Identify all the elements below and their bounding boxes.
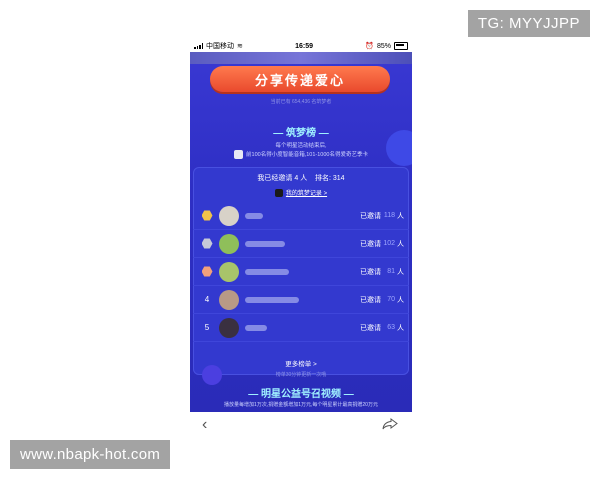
decorative-orb bbox=[386, 130, 412, 166]
status-time: 16:59 bbox=[295, 42, 314, 50]
invited-count: 102 bbox=[383, 240, 395, 247]
my-record-label: 我的筑梦记录 > bbox=[285, 191, 328, 197]
my-record-link[interactable]: 我的筑梦记录 > bbox=[193, 188, 409, 197]
carrier-label: 中国移动 bbox=[206, 43, 234, 50]
medal-icon bbox=[201, 238, 213, 249]
update-note: 榜单30分钟更新一次哦 bbox=[275, 372, 327, 378]
wifi-icon: ≋ bbox=[237, 43, 243, 50]
record-icon bbox=[274, 188, 283, 197]
watermark-bottom-left: www.nbapk-hot.com bbox=[10, 440, 171, 469]
alarm-icon: ⏰ bbox=[365, 43, 374, 50]
decorative-orb-small bbox=[202, 365, 222, 385]
invited-count: 63 bbox=[387, 324, 395, 331]
status-bar: 中国移动 ≋ 16:59 ⏰ 85% bbox=[190, 40, 412, 52]
avatar bbox=[219, 205, 239, 226]
invited-label: 已邀请 bbox=[360, 268, 381, 276]
rank-number: 5 bbox=[204, 323, 210, 332]
more-rankings-link[interactable]: 更多榜单 > bbox=[193, 358, 409, 368]
rank-badge: 4 bbox=[199, 295, 215, 304]
invited-total-text: 当前已有 654,436 名筑梦者 bbox=[270, 99, 332, 105]
rules-line-1: 每个明星活动结束后, bbox=[275, 143, 327, 149]
unit-label: 人 bbox=[397, 324, 404, 332]
unit-label: 人 bbox=[397, 268, 404, 276]
rank-badge bbox=[199, 238, 215, 249]
rank-badge bbox=[199, 210, 215, 221]
unit-label: 人 bbox=[397, 240, 404, 248]
leaderboard-rules: 每个明星活动结束后, 前100名得小度智能音箱,101-1000名得爱奇艺季卡 bbox=[190, 142, 412, 159]
leaderboard-row: 4 已邀请 70 人 bbox=[193, 286, 409, 314]
my-invite-count: 我已经邀请 4 人 bbox=[257, 175, 308, 182]
rank-number: 4 bbox=[204, 295, 210, 304]
leaderboard-row: 已邀请 102 人 bbox=[193, 230, 409, 258]
avatar bbox=[219, 317, 239, 338]
avatar bbox=[219, 233, 239, 254]
user-nickname-blurred bbox=[245, 324, 267, 331]
leaderboard-card: 我已经邀请 4 人 排名: 314 我的筑梦记录 > 已邀请 118 人已邀请 102… bbox=[193, 167, 409, 378]
battery-percent: 85% bbox=[376, 42, 391, 50]
leaderboard-title: — 筑梦榜 — bbox=[273, 128, 329, 139]
rank-badge: 5 bbox=[199, 323, 215, 332]
leaderboard-row: 已邀请 81 人 bbox=[193, 258, 409, 286]
invited-count: 70 bbox=[387, 296, 395, 303]
user-nickname-blurred bbox=[245, 296, 299, 303]
share-arrow-icon[interactable] bbox=[382, 418, 398, 430]
unit-label: 人 bbox=[397, 212, 404, 220]
back-arrow-icon[interactable]: ‹ bbox=[202, 416, 207, 434]
invited-count: 81 bbox=[387, 268, 395, 275]
gift-icon bbox=[234, 150, 244, 159]
signal-icon bbox=[194, 43, 203, 49]
medal-icon bbox=[201, 210, 213, 221]
rank-badge bbox=[199, 266, 215, 277]
phone-screen: 中国移动 ≋ 16:59 ⏰ 85% 分享传递爱心 当前已有 654,436 名… bbox=[190, 40, 412, 412]
battery-icon bbox=[393, 42, 408, 50]
my-invite-summary: 我已经邀请 4 人 排名: 314 bbox=[193, 173, 409, 183]
invited-label: 已邀请 bbox=[360, 240, 381, 248]
bottom-nav-bar: ‹ bbox=[190, 412, 412, 438]
avatar bbox=[219, 289, 239, 310]
avatar bbox=[219, 261, 239, 282]
invited-count: 118 bbox=[383, 212, 395, 219]
unit-label: 人 bbox=[397, 296, 404, 304]
celebrity-video-title: — 明星公益号召视频 — bbox=[248, 389, 354, 400]
donation-note: 播放量每增加1万次,捐赠金额增加1万元,每个明星累计最高捐赠20万元 bbox=[224, 402, 378, 408]
share-button[interactable]: 分享传递爱心 bbox=[210, 66, 390, 92]
user-nickname-blurred bbox=[245, 212, 263, 219]
invited-label: 已邀请 bbox=[360, 324, 381, 332]
top-banner-image bbox=[190, 52, 412, 64]
watermark-top-right: TG: MYYJJPP bbox=[467, 10, 590, 37]
leaderboard-list: 已邀请 118 人已邀请 102 人已邀请 81 人 4 已邀请 70 人 5 已邀请 63 人 bbox=[193, 202, 409, 342]
invited-label: 已邀请 bbox=[360, 296, 381, 304]
medal-icon bbox=[201, 266, 213, 277]
leaderboard-row: 已邀请 118 人 bbox=[193, 202, 409, 230]
user-nickname-blurred bbox=[245, 240, 285, 247]
leaderboard-row: 5 已邀请 63 人 bbox=[193, 314, 409, 342]
rules-line-2: 前100名得小度智能音箱,101-1000名得爱奇艺季卡 bbox=[246, 151, 368, 158]
invited-label: 已邀请 bbox=[360, 212, 381, 220]
user-nickname-blurred bbox=[245, 268, 289, 275]
my-rank: 排名: 314 bbox=[315, 175, 345, 182]
